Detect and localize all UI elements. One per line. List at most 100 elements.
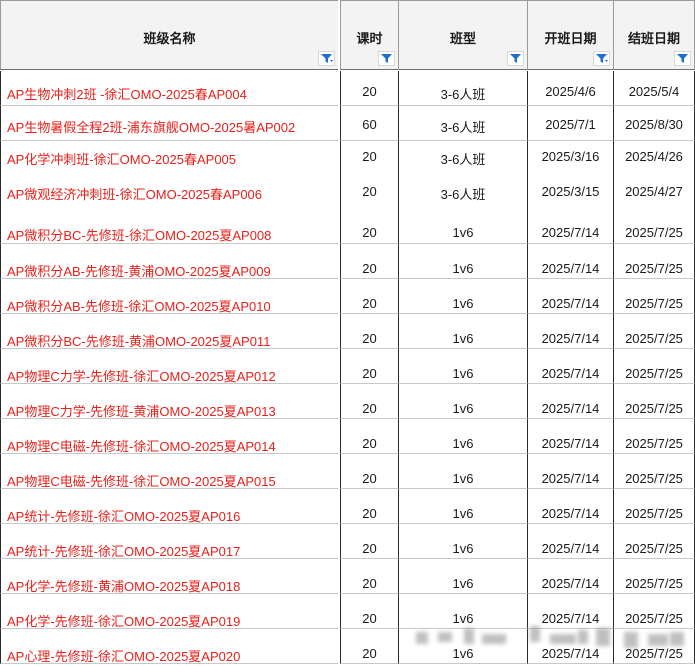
cell-text: 2025/7/25	[625, 541, 683, 556]
column-header-hours[interactable]: 课时	[340, 0, 398, 70]
cell-start[interactable]: 2025/3/16	[527, 141, 613, 176]
cell-type[interactable]: 1v6	[398, 279, 527, 314]
cell-type[interactable]: 3-6人班	[398, 71, 527, 106]
cell-name[interactable]: AP微观经济冲刺班-徐汇OMO-2025春AP006	[0, 175, 338, 210]
column-header-name[interactable]: 班级名称	[0, 0, 338, 70]
cell-name[interactable]: AP生物暑假全程2班-浦东旗舰OMO-2025暑AP002	[0, 106, 338, 141]
filter-active-icon[interactable]	[318, 51, 335, 66]
cell-hours[interactable]: 20	[340, 384, 398, 419]
cell-hours[interactable]: 20	[340, 594, 398, 629]
cell-hours[interactable]: 20	[340, 175, 398, 210]
filter-active-icon[interactable]	[593, 51, 610, 66]
cell-type[interactable]: 3-6人班	[398, 175, 527, 210]
cell-text: 1v6	[452, 366, 474, 381]
cell-text: 2025/7/14	[541, 506, 600, 521]
cell-start[interactable]: 2025/7/14	[527, 524, 613, 559]
cell-text: 2025/3/16	[541, 149, 600, 164]
cell-hours[interactable]: 20	[340, 489, 398, 524]
cell-start[interactable]: 2025/7/1	[527, 106, 613, 141]
cell-start[interactable]: 2025/7/14	[527, 489, 613, 524]
cell-text: 1v6	[452, 296, 474, 311]
cell-end[interactable]: 2025/7/25	[613, 314, 695, 349]
cell-hours[interactable]: 20	[340, 419, 398, 454]
cell-hours[interactable]: 20	[340, 524, 398, 559]
cell-start[interactable]: 2025/7/14	[527, 314, 613, 349]
cell-name[interactable]: AP微积分AB-先修班-黄浦OMO-2025夏AP009	[0, 244, 338, 279]
cell-hours[interactable]: 20	[340, 244, 398, 279]
cell-end[interactable]: 2025/7/25	[613, 489, 695, 524]
cell-end[interactable]: 2025/7/25	[613, 559, 695, 594]
cell-start[interactable]: 2025/7/14	[527, 349, 613, 384]
cell-type[interactable]: 3-6人班	[398, 106, 527, 141]
cell-type[interactable]: 1v6	[398, 419, 527, 454]
cell-type[interactable]: 1v6	[398, 349, 527, 384]
cell-start[interactable]: 2025/7/14	[527, 454, 613, 489]
cell-name[interactable]: AP微积分BC-先修班-黄浦OMO-2025夏AP011	[0, 314, 338, 349]
cell-name[interactable]: AP心理-先修班-徐汇OMO-2025夏AP020	[0, 629, 338, 664]
cell-name[interactable]: AP统计-先修班-徐汇OMO-2025夏AP017	[0, 524, 338, 559]
cell-end[interactable]: 2025/4/27	[613, 175, 695, 210]
cell-end[interactable]: 2025/7/25	[613, 419, 695, 454]
cell-name[interactable]: AP化学-先修班-徐汇OMO-2025夏AP019	[0, 594, 338, 629]
cell-start[interactable]: 2025/3/15	[527, 175, 613, 210]
cell-hours[interactable]: 60	[340, 106, 398, 141]
cell-start[interactable]: 2025/7/14	[527, 209, 613, 244]
cell-type[interactable]: 1v6	[398, 384, 527, 419]
filter-icon[interactable]	[674, 51, 691, 66]
cell-name[interactable]: AP物理C力学-先修班-黄浦OMO-2025夏AP013	[0, 384, 338, 419]
cell-hours[interactable]: 20	[340, 349, 398, 384]
cell-end[interactable]: 2025/7/25	[613, 524, 695, 559]
cell-hours[interactable]: 20	[340, 629, 398, 664]
cell-type[interactable]: 1v6	[398, 524, 527, 559]
cell-text: 2025/4/27	[625, 184, 683, 199]
cell-text: 2025/7/14	[541, 225, 600, 240]
cell-end[interactable]: 2025/7/25	[613, 209, 695, 244]
cell-end[interactable]: 2025/7/25	[613, 349, 695, 384]
cell-name[interactable]: AP生物冲刺2班 -徐汇OMO-2025春AP004	[0, 71, 338, 106]
cell-end[interactable]: 2025/7/25	[613, 454, 695, 489]
cell-hours[interactable]: 20	[340, 314, 398, 349]
cell-name[interactable]: AP微积分AB-先修班-徐汇OMO-2025夏AP010	[0, 279, 338, 314]
cell-name[interactable]: AP物理C电磁-先修班-徐汇OMO-2025夏AP015	[0, 454, 338, 489]
cell-type[interactable]: 1v6	[398, 454, 527, 489]
cell-start[interactable]: 2025/7/14	[527, 279, 613, 314]
cell-end[interactable]: 2025/8/30	[613, 106, 695, 141]
cell-name[interactable]: AP物理C力学-先修班-徐汇OMO-2025夏AP012	[0, 349, 338, 384]
cell-type[interactable]: 1v6	[398, 314, 527, 349]
cell-text: AP心理-先修班-徐汇OMO-2025夏AP020	[7, 649, 241, 664]
column-header-type[interactable]: 班型	[398, 0, 527, 70]
cell-name[interactable]: AP物理C电磁-先修班-徐汇OMO-2025夏AP014	[0, 419, 338, 454]
cell-end[interactable]: 2025/5/4	[613, 71, 695, 106]
cell-text: 2025/7/14	[541, 331, 600, 346]
cell-name[interactable]: AP化学-先修班-黄浦OMO-2025夏AP018	[0, 559, 338, 594]
cell-type[interactable]: 1v6	[398, 244, 527, 279]
cell-end[interactable]: 2025/7/25	[613, 384, 695, 419]
cell-type[interactable]: 1v6	[398, 489, 527, 524]
cell-type[interactable]: 1v6	[398, 559, 527, 594]
cell-hours[interactable]: 20	[340, 141, 398, 176]
cell-start[interactable]: 2025/7/14	[527, 384, 613, 419]
cell-type[interactable]: 3-6人班	[398, 141, 527, 176]
cell-start[interactable]: 2025/7/14	[527, 559, 613, 594]
cell-hours[interactable]: 20	[340, 71, 398, 106]
cell-text: 20	[362, 149, 377, 164]
cell-end[interactable]: 2025/7/25	[613, 279, 695, 314]
cell-hours[interactable]: 20	[340, 279, 398, 314]
cell-start[interactable]: 2025/7/14	[527, 419, 613, 454]
cell-name[interactable]: AP统计-先修班-徐汇OMO-2025夏AP016	[0, 489, 338, 524]
column-header-start[interactable]: 开班日期	[527, 0, 613, 70]
cell-name[interactable]: AP微积分BC-先修班-徐汇OMO-2025夏AP008	[0, 209, 338, 244]
cell-text: 20	[362, 401, 377, 416]
cell-hours[interactable]: 20	[340, 454, 398, 489]
cell-name[interactable]: AP化学冲刺班-徐汇OMO-2025春AP005	[0, 141, 338, 176]
filter-icon[interactable]	[378, 51, 395, 66]
cell-type[interactable]: 1v6	[398, 209, 527, 244]
filter-icon[interactable]	[507, 51, 524, 66]
cell-start[interactable]: 2025/7/14	[527, 244, 613, 279]
cell-hours[interactable]: 20	[340, 559, 398, 594]
cell-end[interactable]: 2025/7/25	[613, 244, 695, 279]
cell-hours[interactable]: 20	[340, 209, 398, 244]
cell-end[interactable]: 2025/4/26	[613, 141, 695, 176]
cell-start[interactable]: 2025/4/6	[527, 71, 613, 106]
column-header-end[interactable]: 结班日期	[613, 0, 695, 70]
